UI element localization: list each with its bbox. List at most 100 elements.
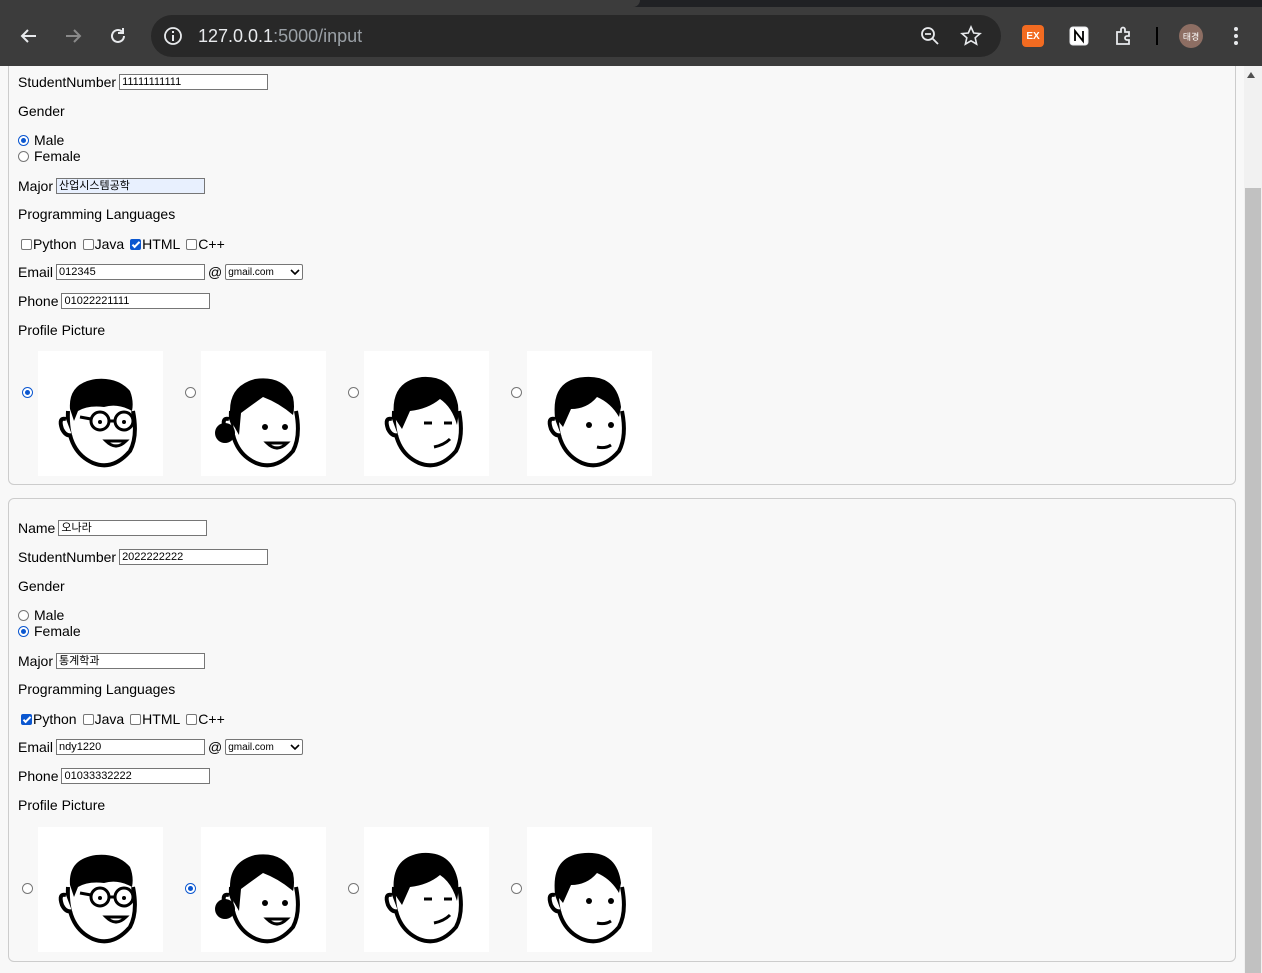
at-sign: @ (208, 739, 223, 755)
profile-pic-radio-3[interactable] (348, 883, 359, 894)
toolbar-divider (1156, 27, 1158, 45)
man-glasses-avatar-icon (58, 378, 137, 468)
page-viewport: StudentNumber 11111111111 Gender Male Fe… (0, 66, 1244, 973)
student-number-row: StudentNumber 11111111111 (18, 74, 269, 90)
html-label: HTML (142, 711, 181, 727)
menu-kebab-icon[interactable] (1227, 25, 1245, 47)
profile-pic-option-3[interactable] (364, 351, 489, 476)
cpp-checkbox[interactable] (186, 713, 198, 725)
gender-male-option[interactable]: Male (18, 132, 64, 148)
student-number-input[interactable]: 2022222222 (119, 549, 269, 565)
gender-female-option[interactable]: Female (18, 148, 81, 164)
man-glasses-avatar-icon (58, 854, 137, 944)
forward-button[interactable] (59, 22, 87, 50)
profile-pic-option-1[interactable] (38, 827, 163, 952)
profile-pic-option-4[interactable] (527, 827, 652, 952)
male-label: Male (34, 607, 65, 623)
gender-male-radio[interactable] (18, 609, 29, 621)
java-label: Java (94, 236, 125, 252)
programming-languages-label: Programming Languages (18, 681, 176, 697)
email-row: Email ndy1220 @ gmail.com (18, 739, 304, 755)
man-bangs-avatar-icon (384, 376, 463, 468)
email-domain-value: gmail.com (228, 741, 274, 753)
site-info-icon[interactable] (163, 26, 183, 46)
active-tab[interactable] (0, 0, 640, 7)
python-checkbox[interactable] (21, 238, 32, 250)
url-host: 127.0.0.1 (198, 26, 274, 46)
scroll-up-arrow[interactable] (1247, 72, 1255, 78)
url-text[interactable]: 127.0.0.1:5000/input (198, 26, 362, 47)
languages-row: Python Java HTML C++ (21, 711, 225, 727)
name-input[interactable]: 오나라 (58, 520, 208, 536)
email-domain-select[interactable]: gmail.com (225, 264, 304, 280)
gender-female-radio[interactable] (18, 150, 29, 162)
back-arrow-icon (20, 29, 36, 43)
extension-ex-icon[interactable]: EX (1022, 25, 1044, 47)
url-path: :5000/input (273, 26, 363, 46)
profile-pic-option-3[interactable] (364, 827, 489, 952)
major-input[interactable]: 산업시스템공학 (56, 178, 206, 194)
profile-pic-radio-4[interactable] (511, 883, 522, 894)
html-checkbox[interactable] (130, 713, 142, 725)
gender-female-option[interactable]: Female (18, 623, 81, 639)
cpp-checkbox[interactable] (186, 238, 198, 250)
java-checkbox[interactable] (82, 713, 94, 725)
languages-row: Python Java HTML C++ (21, 236, 225, 252)
email-user-input[interactable]: ndy1220 (56, 739, 206, 755)
student-number-label: StudentNumber (18, 549, 117, 565)
major-input[interactable]: 통계학과 (56, 653, 206, 669)
notion-icon[interactable] (1068, 25, 1090, 47)
email-domain-value: gmail.com (228, 266, 274, 278)
python-checkbox[interactable] (21, 713, 32, 725)
back-button[interactable] (15, 22, 43, 50)
phone-input[interactable]: 01033332222 (61, 768, 211, 784)
html-label: HTML (142, 236, 181, 252)
reload-button[interactable] (104, 22, 132, 50)
male-label: Male (34, 132, 65, 148)
gender-female-radio[interactable] (18, 625, 29, 637)
email-domain-select[interactable]: gmail.com (225, 739, 304, 755)
man-bangs-avatar-icon (384, 852, 463, 944)
female-label: Female (34, 148, 81, 164)
extensions-puzzle-icon[interactable] (1113, 25, 1135, 47)
html-checkbox[interactable] (130, 238, 142, 250)
gender-male-option[interactable]: Male (18, 607, 64, 623)
profile-pic-radio-2[interactable] (185, 883, 196, 894)
cpp-label: C++ (198, 236, 225, 252)
java-checkbox[interactable] (82, 238, 94, 250)
major-row: Major 통계학과 (18, 653, 206, 669)
scrollbar-thumb[interactable] (1245, 188, 1261, 973)
zoom-out-icon[interactable] (920, 26, 940, 46)
profile-pic-option-2[interactable] (201, 827, 326, 952)
bookmark-star-icon[interactable] (960, 25, 982, 47)
profile-avatar[interactable]: 태경 (1179, 24, 1203, 48)
boy-avatar-icon (547, 852, 626, 944)
forward-arrow-icon (66, 29, 82, 43)
student-number-input[interactable]: 11111111111 (119, 74, 269, 90)
email-user-input[interactable]: 012345 (56, 264, 206, 280)
name-label: Name (18, 520, 56, 536)
reload-icon (111, 28, 125, 43)
phone-input[interactable]: 01022221111 (61, 293, 211, 309)
profile-pic-option-4[interactable] (527, 351, 652, 476)
major-label: Major (18, 653, 54, 669)
address-bar[interactable]: 127.0.0.1:5000/input (151, 15, 1001, 57)
profile-pic-option-2[interactable] (201, 351, 326, 476)
gender-male-radio[interactable] (18, 134, 29, 146)
profile-picture-label: Profile Picture (18, 797, 106, 813)
phone-label: Phone (18, 768, 59, 784)
profile-pic-option-1[interactable] (38, 351, 163, 476)
profile-pic-radio-4[interactable] (511, 387, 522, 398)
profile-pic-radio-2[interactable] (185, 387, 196, 398)
profile-pic-radio-1[interactable] (22, 387, 33, 398)
gender-label: Gender (18, 578, 65, 594)
boy-avatar-icon (547, 376, 626, 468)
major-row: Major 산업시스템공학 (18, 178, 206, 194)
chevron-down-icon (290, 744, 300, 750)
student-card-1: StudentNumber 11111111111 Gender Male Fe… (8, 66, 1236, 485)
profile-pic-radio-3[interactable] (348, 387, 359, 398)
email-label: Email (18, 264, 54, 280)
female-label: Female (34, 623, 81, 639)
profile-pic-radio-1[interactable] (22, 883, 33, 894)
java-label: Java (94, 711, 125, 727)
